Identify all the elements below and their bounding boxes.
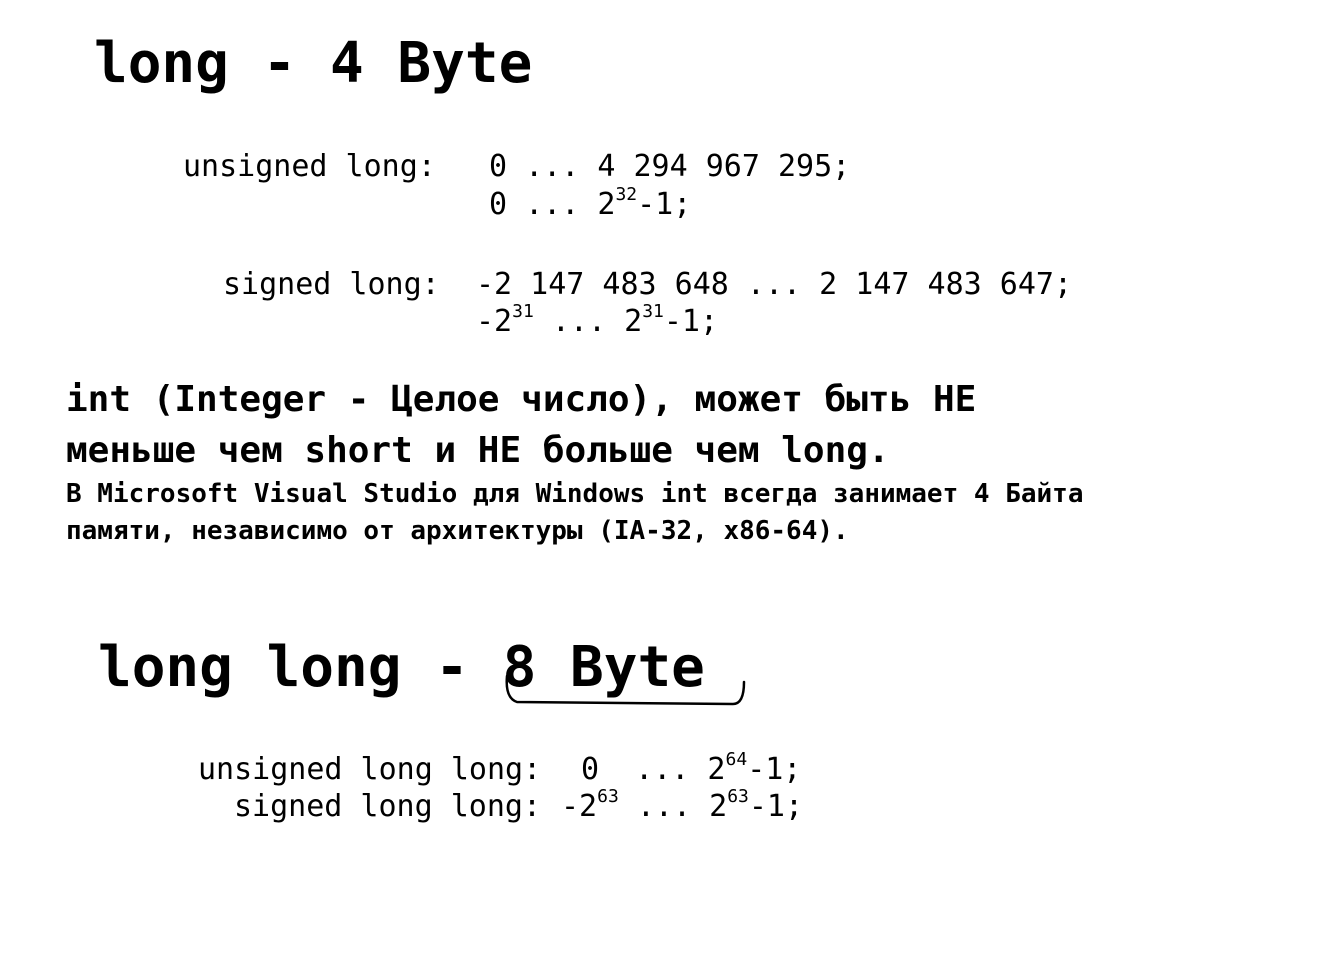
title-long: long - 4 Byte (94, 31, 533, 96)
unsigned-long-range: 0 ... 4 294 967 295; (489, 149, 851, 184)
unsigned-long-power: 0 ... 232-1; (489, 184, 692, 222)
unsigned-long-label: unsigned long: (183, 149, 436, 184)
int-note-line-4: памяти, независимо от архитектуры (IA-32… (66, 516, 849, 546)
int-note-line-3: В Microsoft Visual Studio для Windows in… (66, 479, 1084, 509)
unsigned-long-long-label: unsigned long long: (198, 752, 542, 787)
int-note-line-1: int (Integer - Целое число), может быть … (66, 379, 977, 420)
int-note-line-2: меньше чем short и НЕ больше чем long. (66, 430, 890, 471)
signed-long-long-label: signed long long: (234, 789, 542, 824)
signed-long-label: signed long: (223, 267, 440, 302)
title-long-long: long long - 8 Byte (98, 635, 705, 700)
signed-long-range: -2 147 483 648 ... 2 147 483 647; (476, 267, 1073, 302)
unsigned-long-long-range: 0 ... 264-1; (581, 749, 802, 787)
title-long-long-highlight: 8 Byte (502, 635, 705, 700)
signed-long-power: -231 ... 231-1; (476, 301, 719, 339)
signed-long-long-range: -263 ... 263-1; (561, 786, 804, 824)
